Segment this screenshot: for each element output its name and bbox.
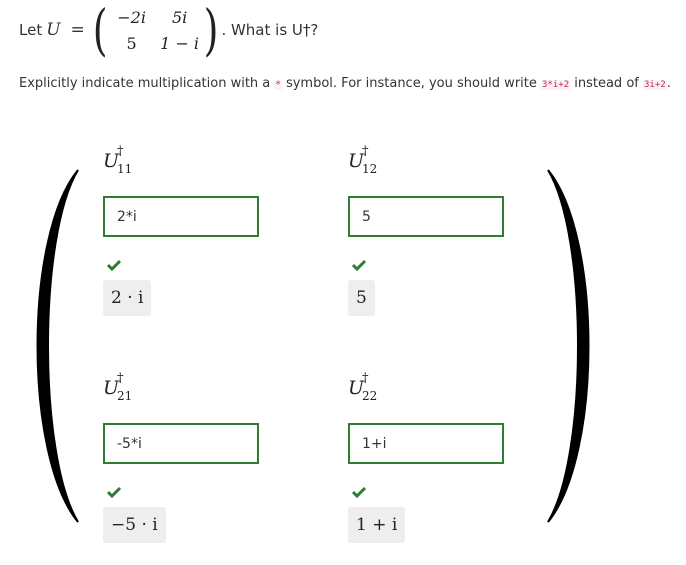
check-icon bbox=[107, 259, 121, 271]
left-paren-large bbox=[36, 169, 79, 523]
answer-input-11[interactable] bbox=[103, 196, 259, 237]
given-matrix: −2i 5i 5 1 − i bbox=[108, 4, 204, 56]
right-paren-large bbox=[547, 169, 590, 523]
cell-label: U † 12 bbox=[348, 144, 378, 176]
check-icon bbox=[107, 486, 121, 498]
question-line: Let U = ( −2i 5i 5 1 − i ) . What is U†? bbox=[19, 0, 319, 62]
answer-preview-11: 2 · i bbox=[103, 280, 152, 316]
left-paren-small: ( bbox=[92, 0, 108, 62]
matrix-entry: 1 − i bbox=[160, 33, 200, 53]
answer-preview-12: 5 bbox=[348, 280, 375, 316]
instruction-part: Explicitly indicate multiplication with … bbox=[19, 76, 271, 91]
matrix-entry: −2i bbox=[117, 7, 146, 27]
instruction-end: . bbox=[666, 76, 671, 91]
bad-example-code: 3i+2 bbox=[643, 80, 667, 90]
question-suffix: . What is U†? bbox=[221, 21, 319, 39]
answer-preview-21: −5 · i bbox=[103, 507, 166, 543]
cell-label: U † 11 bbox=[103, 144, 133, 176]
multiply-symbol-code: * bbox=[274, 80, 282, 90]
check-icon bbox=[352, 486, 366, 498]
check-icon bbox=[352, 259, 366, 271]
answer-input-12[interactable] bbox=[348, 196, 504, 237]
matrix-entry: 5i bbox=[171, 7, 188, 27]
answer-preview-22: 1 + i bbox=[348, 507, 406, 543]
matrix-symbol: U bbox=[46, 20, 61, 40]
cell-label: U † 22 bbox=[348, 371, 378, 403]
equals-sign: = bbox=[70, 20, 85, 40]
answer-input-21[interactable] bbox=[103, 423, 259, 464]
answer-input-22[interactable] bbox=[348, 423, 504, 464]
instruction-part: instead of bbox=[574, 76, 639, 91]
matrix-entry: 5 bbox=[126, 33, 137, 53]
instruction-text: Explicitly indicate multiplication with … bbox=[19, 76, 671, 91]
cell-label: U † 21 bbox=[103, 371, 133, 403]
good-example-code: 3*i+2 bbox=[541, 80, 571, 90]
right-paren-small: ) bbox=[203, 0, 219, 62]
instruction-part: symbol. For instance, you should write bbox=[285, 76, 537, 91]
question-prefix: Let bbox=[19, 21, 43, 39]
